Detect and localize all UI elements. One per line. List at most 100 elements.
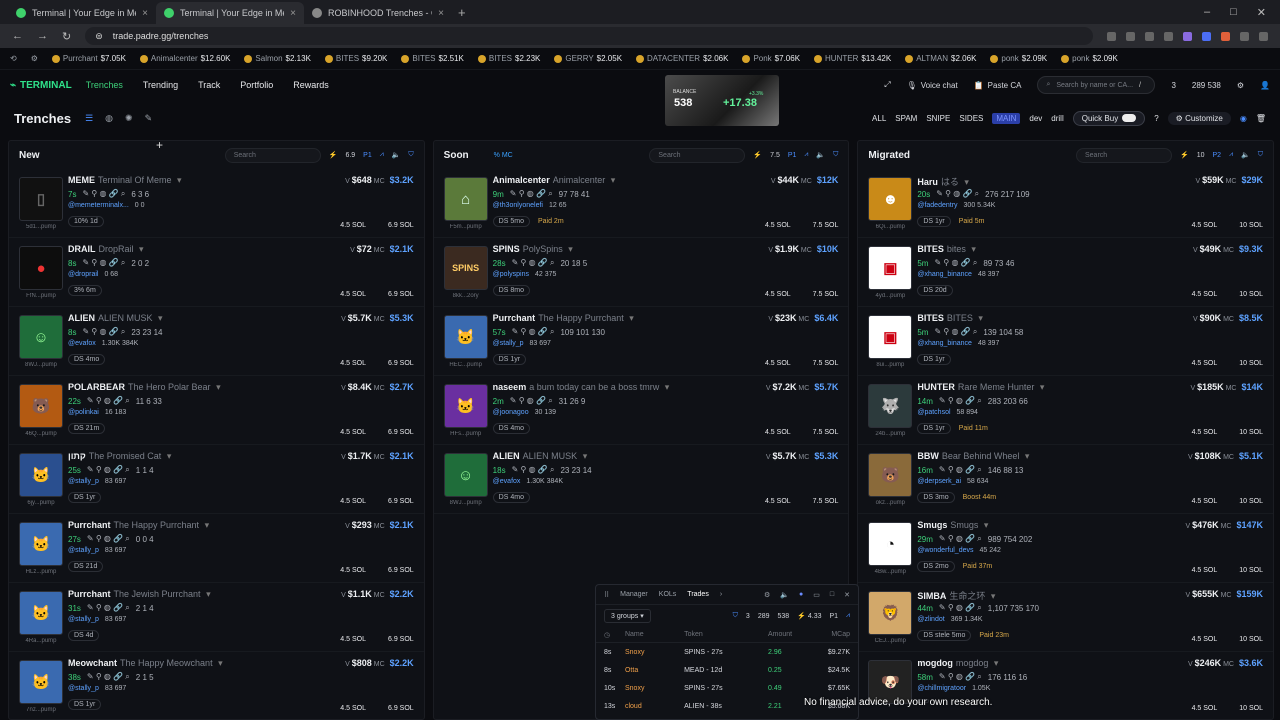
extension-icon[interactable] <box>1183 31 1192 41</box>
browser-tab-2[interactable]: Terminal | Your Edge in Memec × <box>156 2 304 24</box>
browser-tab-1[interactable]: Terminal | Your Edge in Memec × <box>8 2 156 24</box>
token-address[interactable]: okz...pump <box>868 500 912 506</box>
token-avatar[interactable]: ☺ <box>19 315 63 359</box>
chevron-down-icon[interactable]: ▾ <box>202 520 210 530</box>
tab-close-icon[interactable]: × <box>290 8 296 19</box>
token-avatar[interactable]: 🐱 <box>443 315 488 359</box>
buy-amount[interactable]: 10 <box>1197 152 1205 159</box>
token-name[interactable]: DRAIL DropRail ▾ <box>68 244 144 255</box>
token-avatar[interactable]: 🐱 <box>19 591 63 635</box>
edit-icon[interactable]: ✎ <box>145 113 153 124</box>
nav-portfolio[interactable]: Portfolio <box>240 80 273 90</box>
tab-close-icon[interactable]: × <box>438 8 444 19</box>
ticker-item[interactable]: BITES $2.51K <box>401 54 464 63</box>
filter-dev[interactable]: dev <box>1029 114 1042 123</box>
chart-icon[interactable]: ⩘ <box>846 612 850 620</box>
col-name[interactable]: Name <box>625 631 684 638</box>
chevron-down-icon[interactable]: ▾ <box>1022 451 1030 461</box>
token-address[interactable]: 6jy...pump <box>19 500 63 506</box>
token-avatar[interactable]: 🐱 <box>443 384 488 428</box>
quick-buy-2[interactable]: 6.9 SOL <box>388 705 414 712</box>
token-name[interactable]: SPINS PolySpins ▾ <box>493 244 573 255</box>
quick-buy-2[interactable]: 6.9 SOL <box>388 360 414 367</box>
token-avatar[interactable]: 🐱 <box>19 522 63 566</box>
dev-handle[interactable]: @memeterminalx... <box>68 202 129 209</box>
filter-spam[interactable]: SPAM <box>895 114 917 123</box>
chart-icon[interactable]: ⩘ <box>380 151 384 159</box>
quick-buy-1[interactable]: 4.5 SOL <box>1192 705 1218 712</box>
quick-buy-1[interactable]: 4.5 SOL <box>765 222 791 229</box>
chevron-down-icon[interactable]: ▾ <box>1037 382 1045 392</box>
chart-icon[interactable]: ⩘ <box>1229 151 1233 159</box>
trade-row[interactable]: 8s Otta MEAD - 12d 0.25 $24.5K <box>596 661 858 679</box>
ticker-item[interactable]: Animalcenter $12.60K <box>139 54 230 63</box>
token-avatar[interactable]: SPINS <box>443 246 488 290</box>
chevron-down-icon[interactable]: ▾ <box>981 520 989 530</box>
quick-buy-2[interactable]: 10 SOL <box>1239 498 1263 505</box>
token-card[interactable]: ⌂ F5m...pump Animalcenter Animalcenter ▾ 9m ✎… <box>433 169 849 238</box>
settings-gear-icon[interactable]: ⚙ <box>1237 81 1244 90</box>
token-address[interactable]: HFs...pump <box>444 431 488 437</box>
tab-kols[interactable]: KOLs <box>659 591 677 598</box>
chevron-down-icon[interactable]: ▾ <box>137 244 144 254</box>
nav-trenches[interactable]: Trenches <box>86 80 123 90</box>
extension-icon[interactable] <box>1107 31 1116 41</box>
col-amount[interactable]: Amount <box>768 631 812 638</box>
token-card[interactable]: ☺ 8WJ...pump ALIEN ALIEN MUSK ▾ 8s ✎ ⚲ ◍ 🔗 ⌕ 2… <box>9 307 424 376</box>
trade-token[interactable]: ALIEN - 38s <box>684 703 768 710</box>
trade-token[interactable]: SPINS - 27s <box>684 685 768 692</box>
dev-handle[interactable]: @stally_p <box>68 547 99 554</box>
column-search-input[interactable]: Search <box>1076 147 1172 163</box>
quick-buy-1[interactable]: 4.5 SOL <box>1192 636 1218 643</box>
quick-buy-1[interactable]: 4.5 SOL <box>340 222 366 229</box>
globe-icon[interactable]: ◍ <box>105 113 113 124</box>
quick-buy-1[interactable]: 4.5 SOL <box>340 360 366 367</box>
token-card[interactable]: ☺ 8WJ...pump ALIEN ALIEN MUSK ▾ 18s ✎ ⚲ ◍ 🔗 ⌕… <box>433 445 849 514</box>
filter-sides[interactable]: SIDES <box>959 114 983 123</box>
sol-balance[interactable]: 289 538 <box>1192 81 1221 90</box>
ticker-item[interactable]: Salmon $2.13K <box>244 54 311 63</box>
extension-icon[interactable] <box>1145 31 1154 41</box>
token-card[interactable]: 🐺 24b...pump HUNTER Rare Meme Hunter ▾ 14m ✎ … <box>858 376 1274 445</box>
ticker-item[interactable]: HUNTER $13.42K <box>814 54 891 63</box>
help-icon[interactable]: ? <box>1154 114 1158 123</box>
sound-icon[interactable]: 🔈 <box>392 151 401 159</box>
voice-chat-button[interactable]: 🎙 Voice chat <box>907 81 958 90</box>
quick-buy-1[interactable]: 4.5 SOL <box>1192 429 1218 436</box>
quick-buy-1[interactable]: 4.5 SOL <box>1192 498 1218 505</box>
quick-buy-1[interactable]: 4.5 SOL <box>765 429 791 436</box>
expand-icon[interactable]: ⤢ <box>884 80 890 90</box>
quick-buy-2[interactable]: 6.9 SOL <box>388 498 414 505</box>
quick-buy-2[interactable]: 6.9 SOL <box>388 636 414 643</box>
customize-button[interactable]: ⚙ Customize <box>1167 111 1231 125</box>
global-search-input[interactable]: ⌕ Search by name or CA... / <box>1037 76 1156 94</box>
menu-icon[interactable] <box>1259 31 1268 41</box>
token-card[interactable]: ▣ 8ui...pump BITES BITES ▾ 5m ✎ ⚲ ◍ 🔗 ⌕ 139 10… <box>858 307 1274 376</box>
token-card[interactable]: 🦁 CEJ...pump SIMBA 生命之环 ▾ 44m ✎ ⚲ ◍ 🔗 ⌕ 1,107 … <box>858 583 1274 652</box>
quick-buy-2[interactable]: 7.5 SOL <box>813 222 839 229</box>
chevron-down-icon[interactable]: ▾ <box>580 451 588 461</box>
filter-icon[interactable]: ⛉ <box>833 151 838 159</box>
token-address[interactable]: 24b...pump <box>868 431 912 437</box>
quick-buy-2[interactable]: 6.9 SOL <box>388 291 414 298</box>
token-avatar[interactable]: ☺ <box>443 453 488 497</box>
list-view-icon[interactable]: ☰ <box>85 113 93 124</box>
reload-icon[interactable]: ↻ <box>62 30 71 43</box>
token-card[interactable]: ● FfN...pump DRAIL DropRail ▾ 8s ✎ ⚲ ◍ 🔗 ⌕ 2 0… <box>9 238 424 307</box>
token-address[interactable]: 4Bw...pump <box>868 569 912 575</box>
token-address[interactable]: HEC...pump <box>444 362 488 368</box>
maximize-panel-icon[interactable]: □ <box>830 591 834 599</box>
popout-icon[interactable]: ▭ <box>813 591 820 599</box>
token-address[interactable]: HLz...pump <box>19 569 63 575</box>
chevron-down-icon[interactable]: ▾ <box>962 177 969 187</box>
chevron-right-icon[interactable]: › <box>720 591 722 598</box>
dev-handle[interactable]: @joonagoo <box>493 409 529 416</box>
groups-select[interactable]: 3 groups ▾ <box>604 609 651 623</box>
column-search-input[interactable]: Search <box>224 147 321 163</box>
token-name[interactable]: Purrchant The Jewish Purrchant ▾ <box>68 589 211 600</box>
token-name[interactable]: Purrchant The Happy Purrchant ▾ <box>493 313 634 324</box>
token-address[interactable]: 6Qi...pump <box>868 224 912 230</box>
quick-buy-1[interactable]: 4.5 SOL <box>765 498 791 505</box>
profile-icon[interactable] <box>1240 31 1249 41</box>
trader-name[interactable]: Snoxy <box>625 685 684 692</box>
